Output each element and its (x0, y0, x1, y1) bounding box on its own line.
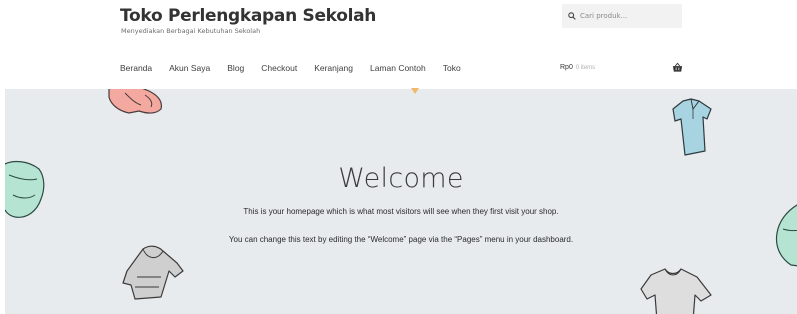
cart-summary[interactable]: Rp0 0 items (560, 64, 595, 71)
hero-text-line-1: This is your homepage which is what most… (243, 207, 559, 216)
blue-shirt-illustration (672, 98, 712, 156)
search-input[interactable] (580, 12, 680, 20)
hero-heading: Welcome (338, 163, 464, 194)
nav-item-checkout[interactable]: Checkout (261, 63, 297, 73)
nav-item-akun-saya[interactable]: Akun Saya (169, 63, 210, 73)
nav-item-laman-contoh[interactable]: Laman Contoh (370, 63, 426, 73)
nav-item-beranda[interactable]: Beranda (120, 63, 152, 73)
cart-count: 0 items (575, 65, 596, 71)
caret-down-icon (411, 88, 419, 94)
primary-nav: Beranda Akun Saya Blog Checkout Keranjan… (120, 63, 478, 73)
grey-tshirt-illustration (640, 268, 712, 314)
site-title[interactable]: Toko Perlengkapan Sekolah (120, 6, 376, 26)
search-icon (568, 12, 576, 20)
search-box[interactable] (562, 4, 682, 28)
hero-text-line-2: You can change this text by editing the … (228, 235, 574, 244)
hero-section: Welcome This is your homepage which is w… (5, 89, 797, 314)
nav-item-blog[interactable]: Blog (227, 63, 244, 73)
nav-item-toko[interactable]: Toko (443, 63, 461, 73)
grey-hoodie-illustration (122, 245, 184, 300)
nav-item-keranjang[interactable]: Keranjang (314, 63, 353, 73)
cart-amount: Rp0 (560, 64, 573, 71)
pink-garment-illustration (108, 89, 162, 114)
basket-icon[interactable] (672, 62, 683, 73)
site-description: Menyediakan Berbagai Kebutuhan Sekolah (121, 27, 261, 35)
